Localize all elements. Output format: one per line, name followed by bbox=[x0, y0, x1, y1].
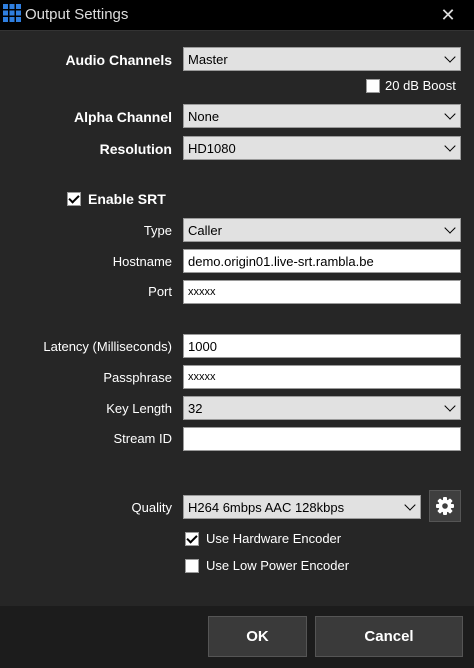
close-button[interactable]: ✕ bbox=[436, 3, 460, 27]
hostname-input[interactable]: demo.origin01.live-srt.rambla.be bbox=[183, 249, 461, 273]
passphrase-input[interactable]: xxxxx bbox=[183, 365, 461, 389]
chevron-down-icon bbox=[444, 222, 456, 234]
gear-icon bbox=[436, 497, 454, 515]
port-input[interactable]: xxxxx bbox=[183, 280, 461, 304]
boost-checkbox[interactable] bbox=[366, 79, 380, 93]
low-power-encoder-checkbox[interactable] bbox=[185, 559, 199, 573]
alpha-channel-select[interactable]: None bbox=[183, 104, 461, 128]
window-title: Output Settings bbox=[25, 6, 129, 23]
hostname-value: demo.origin01.live-srt.rambla.be bbox=[188, 254, 374, 269]
latency-input[interactable]: 1000 bbox=[183, 334, 461, 358]
checkmark-icon bbox=[186, 532, 198, 544]
passphrase-value: xxxxx bbox=[188, 371, 216, 383]
chevron-down-icon bbox=[444, 140, 456, 152]
chevron-down-icon bbox=[444, 400, 456, 412]
enable-srt-checkbox[interactable] bbox=[67, 192, 81, 206]
quality-select[interactable]: H264 6mbps AAC 128kbps bbox=[183, 495, 421, 519]
type-value: Caller bbox=[188, 223, 222, 238]
port-label: Port bbox=[148, 284, 172, 299]
chevron-down-icon bbox=[444, 108, 456, 120]
audio-channels-label: Audio Channels bbox=[65, 52, 172, 68]
cancel-button[interactable]: Cancel bbox=[315, 616, 463, 657]
resolution-label: Resolution bbox=[99, 141, 172, 157]
latency-value: 1000 bbox=[188, 339, 217, 354]
alpha-channel-value: None bbox=[188, 109, 220, 124]
key-length-label: Key Length bbox=[106, 401, 172, 416]
chevron-down-icon bbox=[444, 51, 456, 63]
audio-channels-value: Master bbox=[188, 52, 228, 67]
hostname-label: Hostname bbox=[112, 254, 172, 269]
chevron-down-icon bbox=[404, 499, 416, 511]
app-grid-icon bbox=[3, 4, 21, 22]
alpha-channel-label: Alpha Channel bbox=[73, 109, 172, 125]
key-length-value: 32 bbox=[188, 401, 203, 416]
ok-button[interactable]: OK bbox=[208, 616, 307, 657]
passphrase-label: Passphrase bbox=[103, 370, 172, 385]
quality-value: H264 6mbps AAC 128kbps bbox=[188, 500, 345, 515]
type-select[interactable]: Caller bbox=[183, 218, 461, 242]
resolution-select[interactable]: HD1080 bbox=[183, 136, 461, 160]
quality-settings-button[interactable] bbox=[429, 490, 461, 522]
quality-label: Quality bbox=[131, 500, 172, 515]
stream-id-label: Stream ID bbox=[113, 431, 172, 446]
stream-id-input[interactable] bbox=[183, 427, 461, 451]
hardware-encoder-checkbox[interactable] bbox=[185, 532, 199, 546]
port-value: xxxxx bbox=[188, 286, 216, 298]
boost-label: 20 dB Boost bbox=[385, 78, 456, 93]
latency-label: Latency (Milliseconds) bbox=[43, 339, 172, 354]
title-bar: Output Settings ✕ bbox=[0, 0, 474, 31]
low-power-encoder-label: Use Low Power Encoder bbox=[206, 558, 350, 573]
hardware-encoder-label: Use Hardware Encoder bbox=[206, 531, 342, 546]
audio-channels-select[interactable]: Master bbox=[183, 47, 461, 71]
key-length-select[interactable]: 32 bbox=[183, 396, 461, 420]
checkmark-icon bbox=[68, 192, 80, 204]
enable-srt-label: Enable SRT bbox=[88, 191, 166, 207]
resolution-value: HD1080 bbox=[188, 141, 236, 156]
type-label: Type bbox=[143, 223, 172, 238]
